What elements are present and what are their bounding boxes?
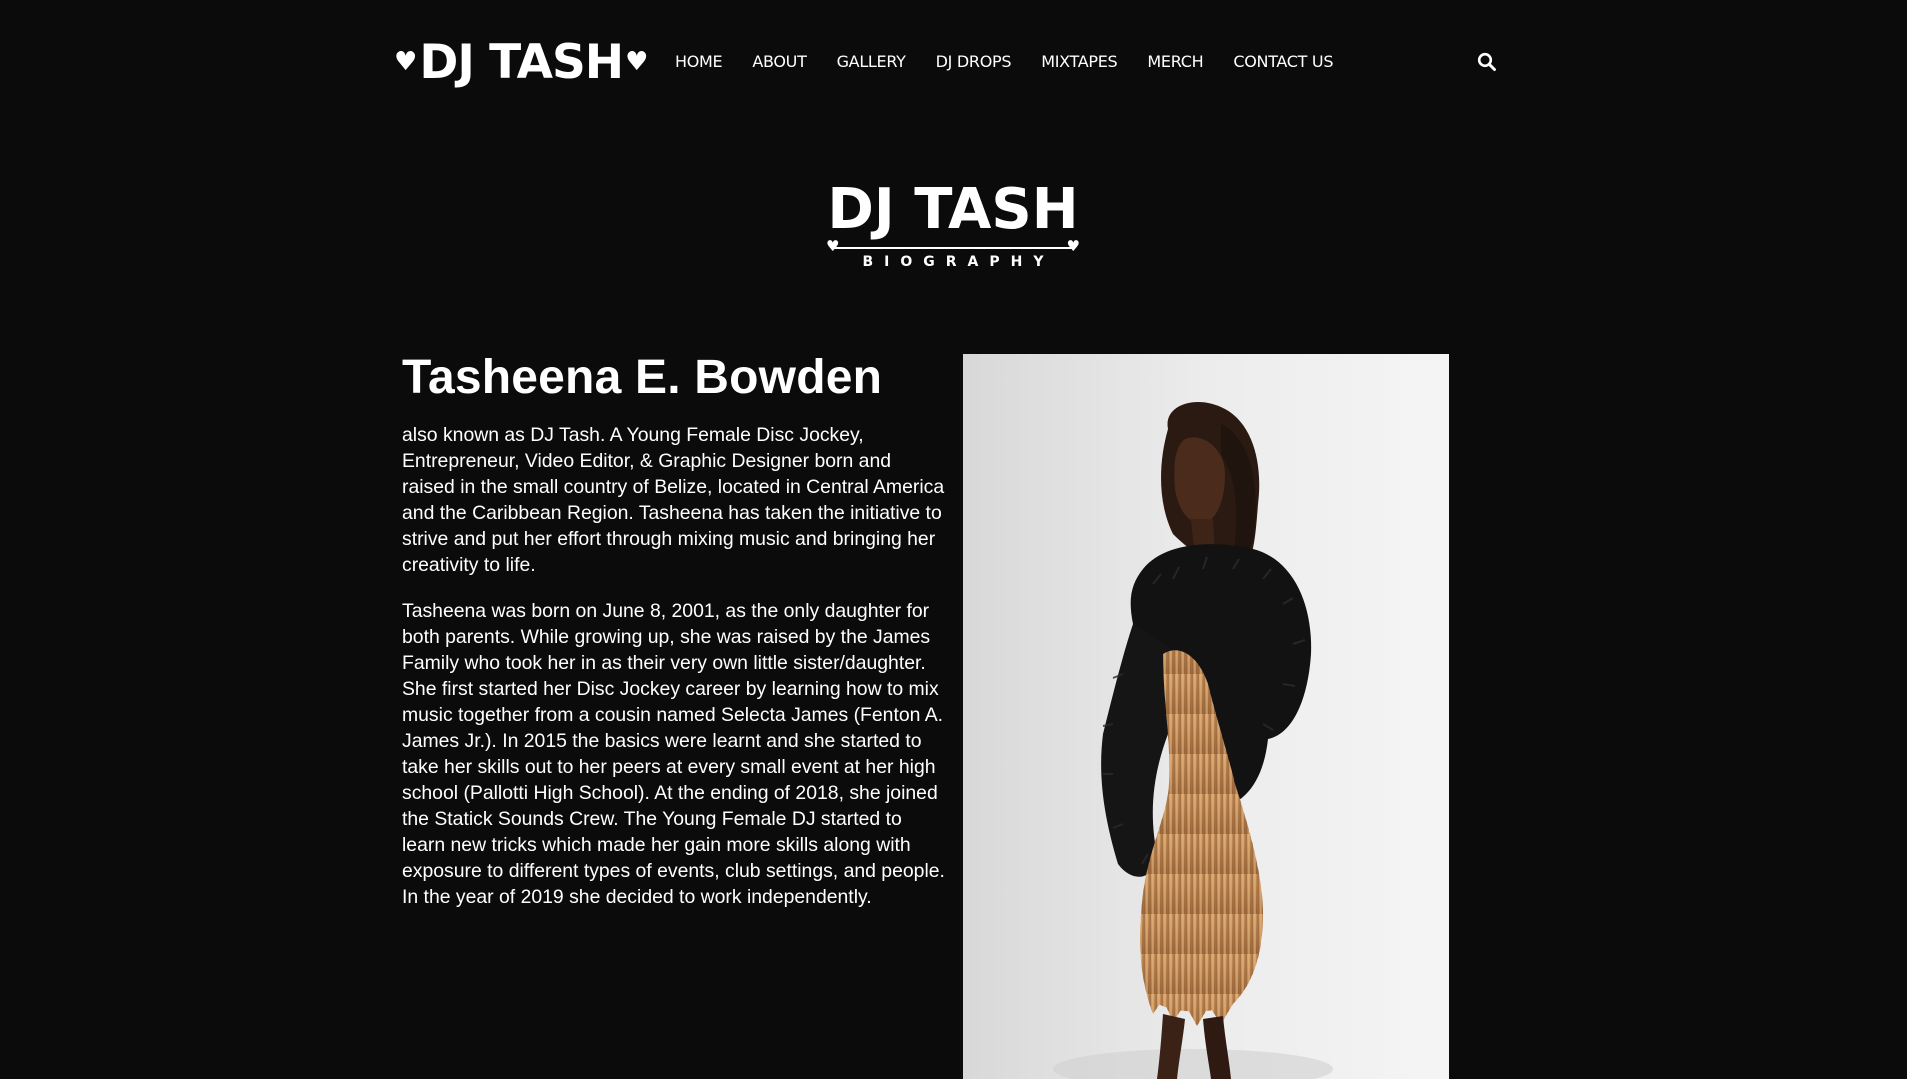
nav-mixtapes[interactable]: MIXTAPES [1041,52,1118,71]
nav-gallery[interactable]: GALLERY [837,52,906,71]
biography-title-divider: ♥ ♥ BIOGRAPHY [826,237,1080,271]
biography-title: DJ TASH ♥ ♥ BIOGRAPHY [826,177,1080,271]
main-nav: HOME ABOUT GALLERY DJ DROPS MIXTAPES MER… [675,52,1363,71]
search-icon [1477,52,1496,71]
nav-about[interactable]: ABOUT [752,52,807,71]
biography-title-main: DJ TASH [827,177,1079,242]
site-logo[interactable]: ♥ DJ TASH ♥ [394,32,648,92]
nav-contact-us[interactable]: CONTACT US [1233,52,1333,71]
bio-paragraph-1: also known as DJ Tash. A Young Female Di… [402,424,945,576]
search-button[interactable] [1477,52,1499,74]
bio-name-heading: Tasheena E. Bowden [402,351,883,404]
page: ♥ DJ TASH ♥ HOME ABOUT GALLERY DJ DROPS … [0,0,1907,1079]
heart-icon: ♥ [625,47,649,77]
nav-home[interactable]: HOME [675,52,723,71]
site-header: ♥ DJ TASH ♥ HOME ABOUT GALLERY DJ DROPS … [0,0,1907,125]
biography-subtitle: BIOGRAPHY [862,254,1055,270]
nav-merch[interactable]: MERCH [1147,52,1203,71]
bio-paragraph-2: Tasheena was born on June 8, 2001, as th… [402,600,945,908]
divider-line [834,247,1072,249]
heart-icon: ♥ [394,47,418,77]
bio-text-column: Tasheena E. Bowden also known as DJ Tash… [402,348,947,930]
heart-icon: ♥ [1066,237,1080,255]
portrait-photo [963,354,1449,1079]
portrait-illustration [963,354,1449,1079]
nav-dj-drops[interactable]: DJ DROPS [936,52,1012,71]
logo-text: DJ TASH [419,34,624,90]
